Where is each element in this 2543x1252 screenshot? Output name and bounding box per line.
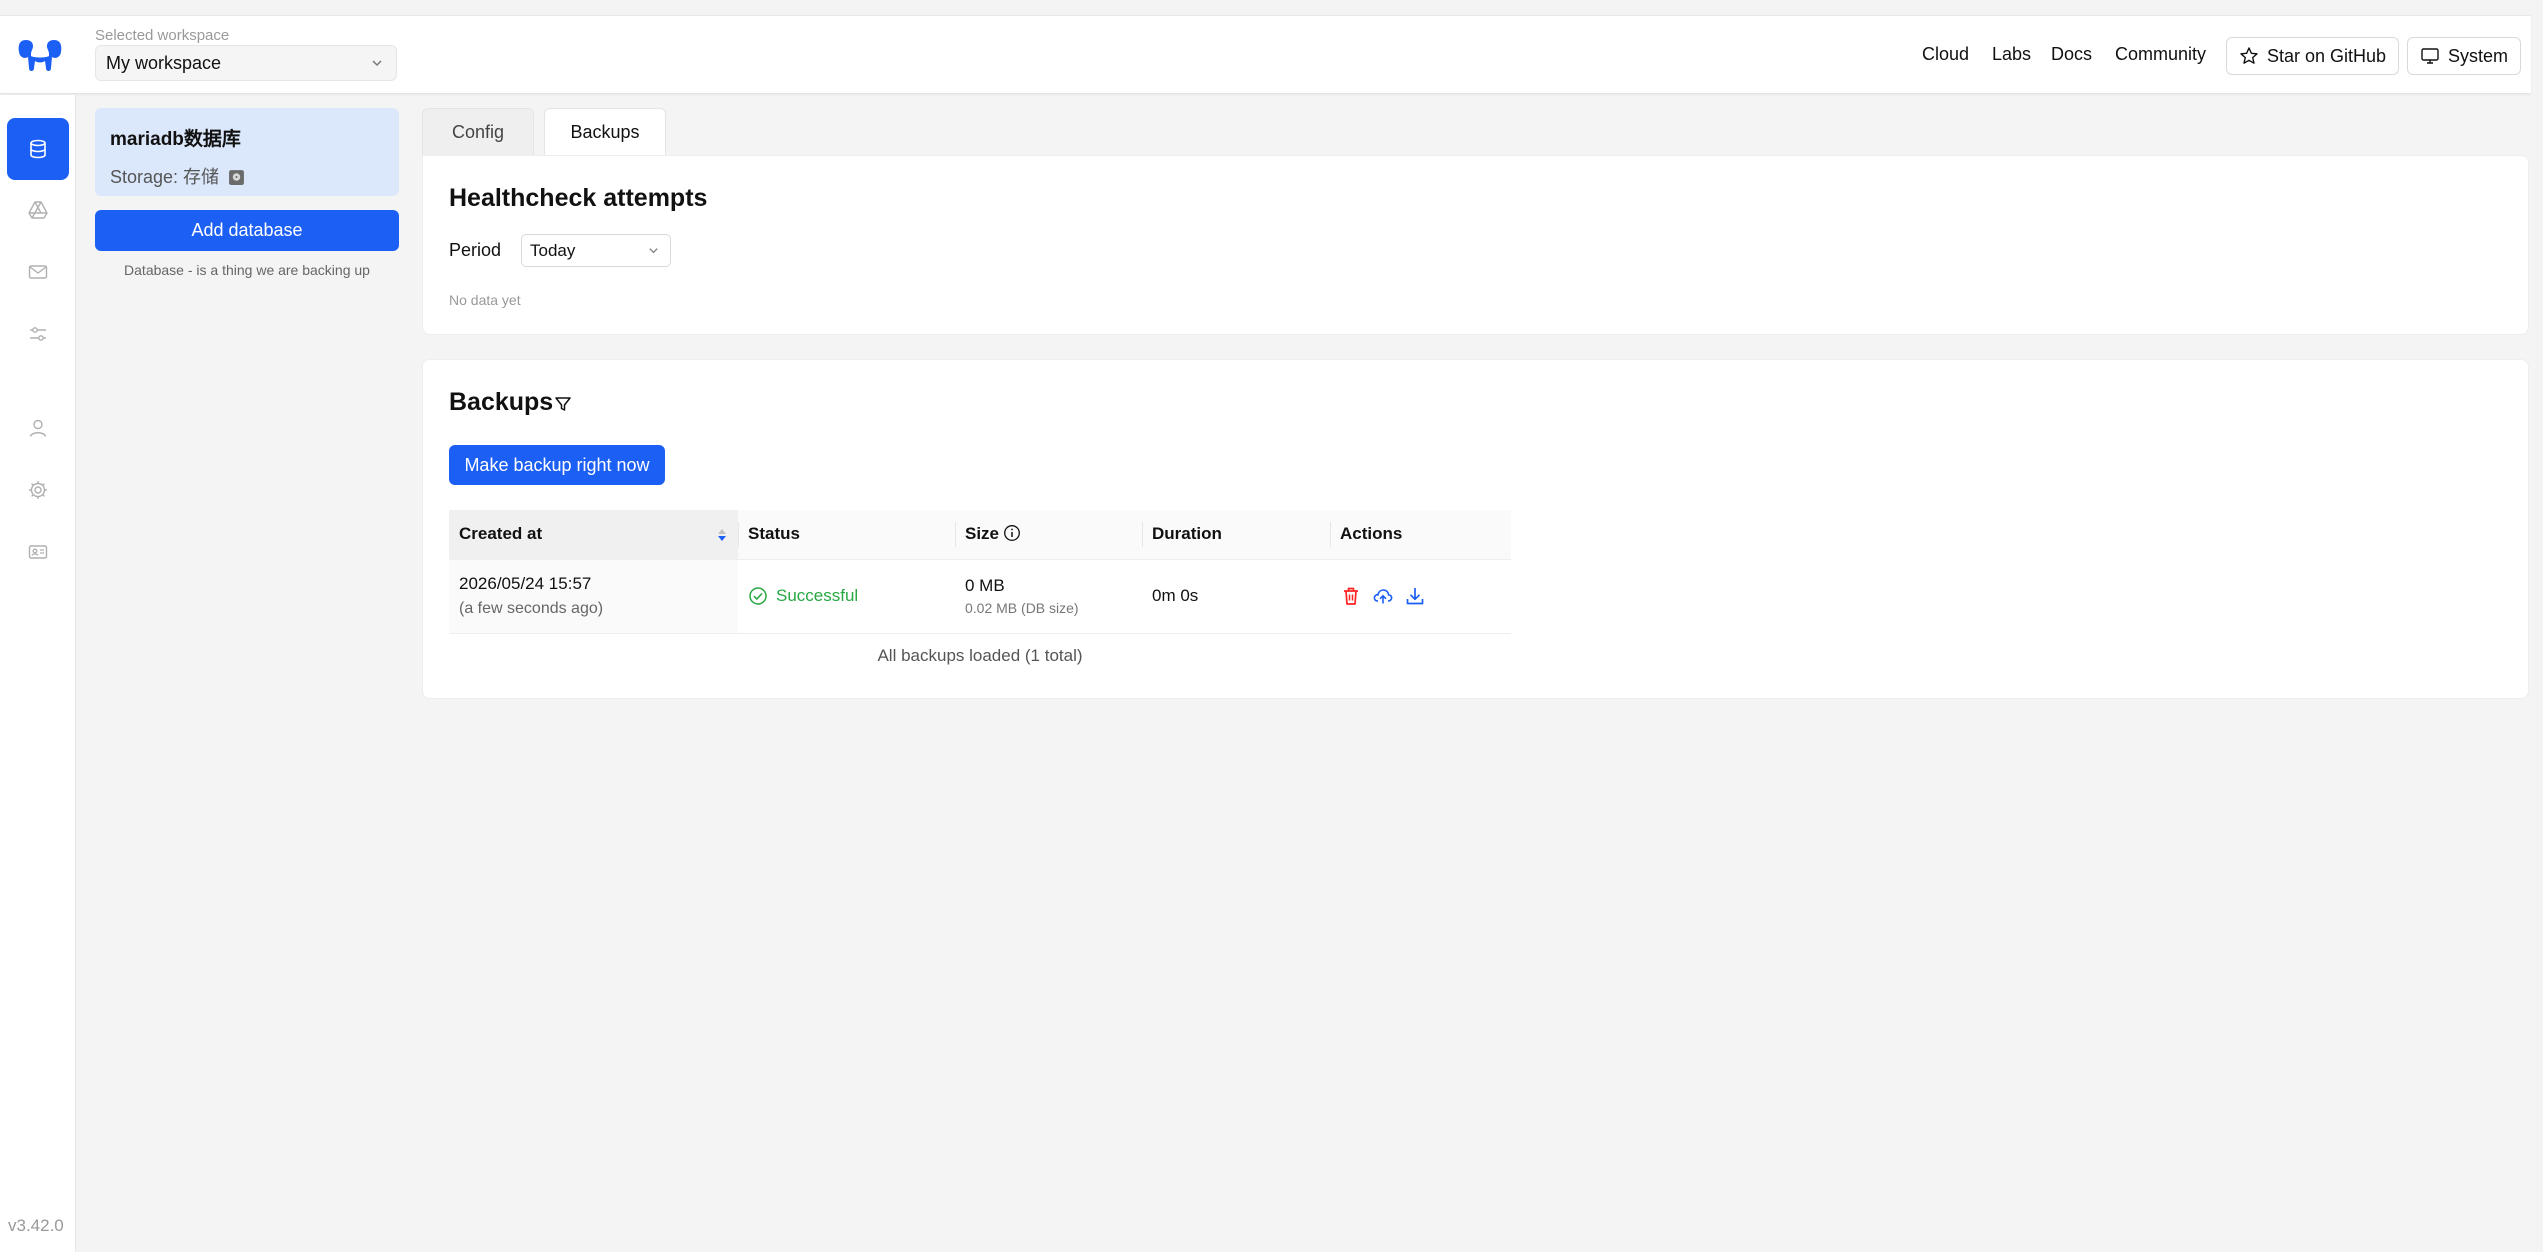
nav-docs[interactable]: Docs [2051,44,2092,65]
cell-created-at: 2026/05/24 15:57 (a few seconds ago) [449,559,738,634]
hard-drive-icon [229,170,244,185]
workspace-select-value: My workspace [106,53,222,73]
status-badge: Successful [748,586,945,606]
app-version: v3.42.0 [8,1216,64,1235]
user-icon [29,419,47,437]
row-actions [1340,585,1501,607]
nav-labs[interactable]: Labs [1992,44,2031,65]
column-duration-label: Duration [1152,524,1222,544]
backups-title: Backups [449,388,554,416]
top-bar: Selected workspace My workspace Cloud La… [0,15,2531,94]
monitor-icon [2421,48,2439,64]
nav-community[interactable]: Community [2115,44,2206,65]
workspace-select[interactable]: My workspace [95,45,397,81]
filter-icon[interactable] [553,394,573,414]
github-label: Star on GitHub [2267,45,2387,66]
healthcheck-title: Healthcheck attempts [449,184,708,212]
healthcheck-empty: No data yet [449,292,521,308]
sidebar-item-storages[interactable] [7,179,69,241]
check-circle-icon [749,587,767,605]
sort-icon[interactable] [716,526,728,544]
duration-value: 0m 0s [1152,586,1199,605]
sidebar-rail: v3.42.0 [0,95,76,1252]
cloud-upload-icon[interactable] [1372,585,1394,607]
cell-duration: 0m 0s [1142,559,1330,634]
sidebar-item-databases[interactable] [7,118,69,180]
period-select-value: Today [530,241,576,260]
column-created-at[interactable]: Created at [449,510,738,560]
id-card-icon [28,545,48,559]
database-icon [30,139,46,159]
sidebar-item-notifiers[interactable] [7,241,69,303]
created-at-value: 2026/05/24 15:57 [459,574,592,593]
column-created-at-label: Created at [459,524,543,544]
database-card[interactable]: mariadb数据库 Storage: 存储 [95,108,399,196]
size-value: 0 MB [965,576,1005,595]
chevron-down-icon [649,248,658,254]
cell-actions [1330,559,1511,634]
table-row: 2026/05/24 15:57 (a few seconds ago) Suc… [449,559,1511,634]
chevron-down-icon [372,60,382,67]
sidebar-item-settings[interactable] [7,459,69,521]
sidebar-item-profile[interactable] [7,521,69,583]
info-icon[interactable] [1003,524,1021,542]
cell-size: 0 MB 0.02 MB (DB size) [955,559,1142,634]
tab-backups[interactable]: Backups [544,108,666,155]
add-database-button[interactable]: Add database [95,210,399,251]
elephant-logo-icon[interactable] [16,32,64,80]
nav-cloud[interactable]: Cloud [1922,44,1969,65]
mail-icon [28,265,48,279]
sidebar-item-settings-sliders[interactable] [7,303,69,365]
theme-system-button[interactable]: System [2407,37,2522,75]
download-icon[interactable] [1404,585,1426,607]
backups-panel: Backups Make backup right now Created at… [422,359,2529,699]
database-storage-label: Storage: 存储 [110,167,220,187]
column-status-label: Status [748,524,800,544]
database-name: mariadb数据库 [110,129,241,150]
gear-icon [29,481,47,499]
column-status: Status [738,510,955,560]
cell-status: Successful [738,559,955,634]
sidebar-item-users[interactable] [7,397,69,459]
delete-icon[interactable] [1340,585,1362,607]
period-label: Period [449,240,502,260]
tab-config[interactable]: Config [422,108,534,155]
star-icon [2240,47,2258,64]
column-duration: Duration [1142,510,1330,560]
column-size: Size [955,510,1142,560]
make-backup-button[interactable]: Make backup right now [449,445,665,485]
star-on-github-button[interactable]: Star on GitHub [2226,37,2400,75]
sliders-icon [30,327,46,341]
period-select[interactable]: Today [521,234,671,267]
database-storage: Storage: 存储 [110,163,384,189]
table-header-row: Created at Status Size Duration Actions [449,510,1511,560]
backups-footer: All backups loaded (1 total) [877,646,1083,665]
db-size-value: 0.02 MB (DB size) [965,600,1079,616]
backups-table: Created at Status Size Duration Actions … [449,510,1511,634]
drive-icon [28,201,48,219]
database-hint: Database - is a thing we are backing up [124,262,370,278]
column-size-label: Size [965,524,1000,544]
healthcheck-panel: Healthcheck attempts Period Today No dat… [422,155,2529,335]
column-actions-label: Actions [1340,524,1403,544]
status-label: Successful [776,586,859,605]
theme-label: System [2448,45,2509,66]
created-at-relative: (a few seconds ago) [459,600,604,617]
workspace-label: Selected workspace [95,27,230,44]
column-actions: Actions [1330,510,1511,560]
